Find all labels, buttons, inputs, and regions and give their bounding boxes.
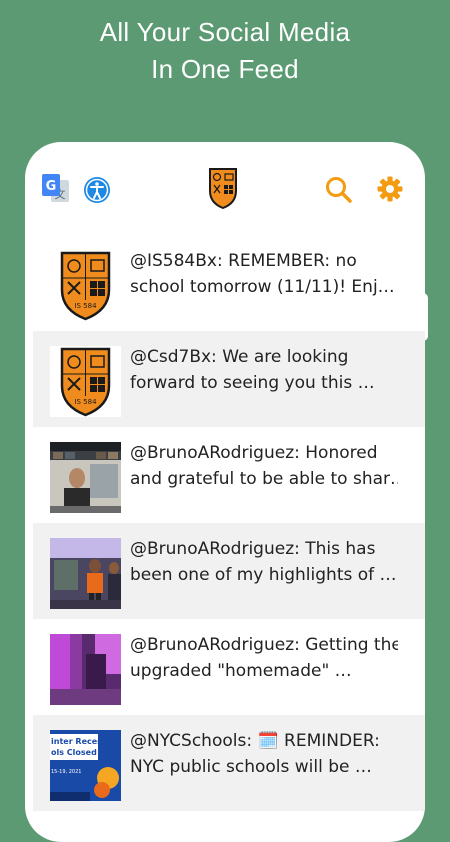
post-text: @BrunoARodriguez: This has been one of m… [130, 536, 398, 588]
thumb-caption: inter Recess [51, 737, 107, 746]
feed-item[interactable]: @BrunoARodriguez: This has been one of m… [33, 523, 425, 619]
thumb-caption: ols Closed [51, 748, 97, 757]
feed-item[interactable]: @BrunoARodriguez: Honored and grateful t… [33, 427, 425, 523]
post-text-line: @IS584Bx: REMEMBER: no [130, 251, 357, 271]
post-thumbnail [50, 442, 121, 513]
post-text: @BrunoARodriguez: Honored and grateful t… [130, 440, 398, 492]
app-toolbar: 文 G [25, 142, 425, 237]
feed-item[interactable]: IS 584 @IS584Bx: REMEMBER: no school tom… [33, 235, 425, 331]
social-feed-list: IS 584 @IS584Bx: REMEMBER: no school tom… [33, 235, 425, 811]
post-text-line: forward to seeing you this … [130, 373, 375, 393]
accessibility-icon[interactable] [83, 176, 111, 204]
post-text-line: school tomorrow (11/11)! Enj… [130, 277, 395, 297]
post-text: @IS584Bx: REMEMBER: no school tomorrow (… [130, 248, 398, 300]
post-text-line: @NYCSchools: 🗓️ REMINDER: [130, 731, 380, 751]
post-text: @BrunoARodriguez: Getting the upgraded "… [130, 632, 398, 684]
post-thumbnail [50, 538, 121, 609]
post-text-line: @Csd7Bx: We are looking [130, 347, 349, 367]
post-text-line: @BrunoARodriguez: Honored [130, 443, 378, 463]
post-text-line: @BrunoARodriguez: Getting the [130, 635, 398, 655]
post-thumbnail: IS 584 [50, 250, 121, 321]
post-text-line: and grateful to be able to shar… [130, 469, 398, 489]
feed-item[interactable]: IS 584 @Csd7Bx: We are looking forward t… [33, 331, 425, 427]
post-thumbnail: inter Recess ols Closed 15-19, 2021 [50, 730, 121, 801]
post-text-line: NYC public schools will be … [130, 757, 372, 777]
google-translate-icon[interactable]: 文 G [42, 174, 70, 204]
thumb-caption: 15-19, 2021 [51, 769, 81, 775]
headline-line-2: In One Feed [151, 54, 299, 84]
search-icon[interactable] [325, 176, 353, 204]
post-text-line: @BrunoARodriguez: This has [130, 539, 376, 559]
post-thumbnail [50, 634, 121, 705]
post-text-line: been one of my highlights of … [130, 565, 397, 585]
phone-screen: 文 G IS 584 @IS584Bx: REMEMBER: no school… [25, 142, 425, 842]
svg-text:IS 584: IS 584 [74, 302, 97, 310]
gear-icon[interactable] [377, 176, 403, 202]
headline-line-1: All Your Social Media [99, 17, 351, 47]
post-text: @Csd7Bx: We are looking forward to seein… [130, 344, 398, 396]
feed-item[interactable]: @BrunoARodriguez: Getting the upgraded "… [33, 619, 425, 715]
feed-item[interactable]: inter Recess ols Closed 15-19, 2021 @NYC… [33, 715, 425, 811]
post-text: @NYCSchools: 🗓️ REMINDER: NYC public sch… [130, 728, 398, 780]
post-text-line: upgraded "homemade" … [130, 661, 352, 681]
school-shield-logo [208, 167, 238, 210]
svg-text:IS 584: IS 584 [74, 398, 97, 406]
post-thumbnail: IS 584 [50, 346, 121, 417]
svg-text:G: G [46, 179, 57, 194]
promo-headline: All Your Social Media In One Feed [0, 14, 450, 88]
